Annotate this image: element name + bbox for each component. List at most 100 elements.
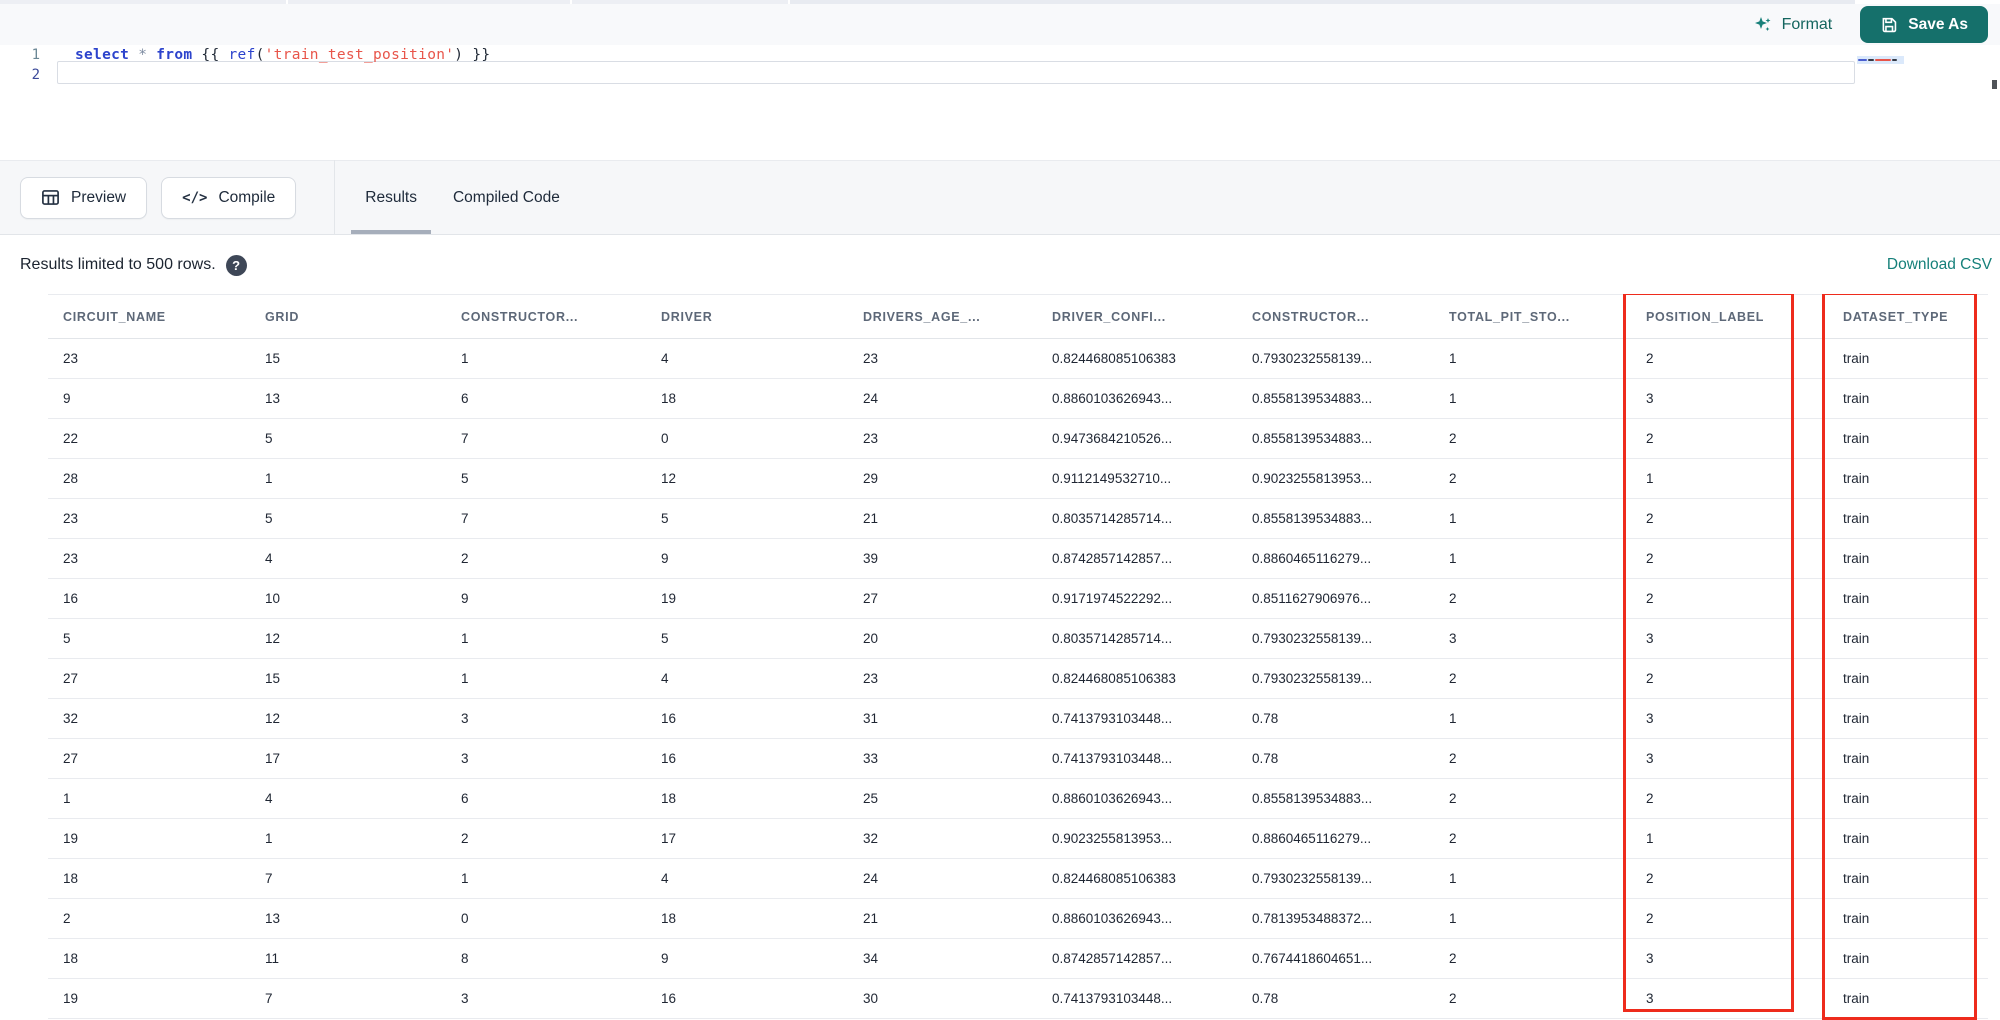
table-cell: 7 [446,418,646,459]
table-cell: 0.7413793103448... [1037,698,1237,739]
table-cell: 21 [848,898,1037,939]
table-cell: 3 [1631,378,1828,419]
table-cell: 2 [1434,578,1631,619]
code-token-plain: ) [454,47,464,63]
table-cell: 18 [48,938,250,979]
results-toolbar: Preview </> Compile Results Compiled Cod… [0,160,2000,235]
tab-compiled-code[interactable]: Compiled Code [435,161,578,234]
table-cell: 0.8860465116279... [1237,538,1434,579]
table-cell: 1 [1434,698,1631,739]
table-cell: 9 [646,938,848,979]
table-cell: 9 [446,578,646,619]
table-cell: train [1828,778,1988,819]
code-token-plain: }} [463,47,491,63]
table-row: 5 12 1 5 20 0.8035714285714... 0.7930232558139… [48,618,1988,659]
table-cell: 1 [1434,498,1631,539]
table-cell: 0.8035714285714... [1037,498,1237,539]
tab-results[interactable]: Results [347,161,435,234]
editor-header: Format Save As [0,4,2000,45]
table-cell: 19 [48,978,250,1019]
table-cell: 3 [1631,738,1828,779]
table-cell: 0.78 [1237,738,1434,779]
table-cell: 19 [646,578,848,619]
table-cell: 3 [446,698,646,739]
table-cell: 15 [250,338,446,379]
save-icon [1880,16,1898,34]
table-row: 18 11 8 9 34 0.8742857142857... 0.767441860465… [48,938,1988,979]
table-cell: 2 [1434,738,1631,779]
table-row: 27 17 3 16 33 0.7413793103448... 0.78 2 3 train [48,738,1988,779]
download-csv-link[interactable]: Download CSV [1887,256,1992,274]
table-cell: 3 [446,978,646,1019]
code-brackets-icon: </> [182,189,208,206]
table-cell: 1 [1434,858,1631,899]
table-row: 27 15 1 4 23 0.824468085106383 0.7930232558139… [48,658,1988,699]
table-cell: 0.9112149532710... [1037,458,1237,499]
table-cell: 5 [646,618,848,659]
table-cell: 33 [848,738,1037,779]
table-cell: 2 [1434,778,1631,819]
help-icon[interactable]: ? [225,254,247,276]
table-cell: 5 [250,498,446,539]
table-cell: 0.7930232558139... [1237,658,1434,699]
save-as-button[interactable]: Save As [1860,6,1988,43]
column-header: DRIVERS_AGE_... [848,294,1037,339]
table-cell: 0.8511627906976... [1237,578,1434,619]
table-cell: 0.7674418604651... [1237,938,1434,979]
preview-label: Preview [71,188,127,206]
table-cell: train [1828,898,1988,939]
active-line-highlight[interactable] [57,61,1855,84]
preview-button[interactable]: Preview [20,176,148,219]
table-cell: 20 [848,618,1037,659]
line-number-2: 2 [31,67,40,83]
results-info-bar: Results limited to 500 rows. ? Download … [0,236,2000,294]
table-cell: 0.8558139534883... [1237,498,1434,539]
column-header: DRIVER [646,294,848,339]
scrollbar-thumb[interactable] [1992,80,1997,89]
table-cell: 18 [646,898,848,939]
table-cell: 0.9023255813953... [1037,818,1237,859]
code-token-plain: ( [255,47,265,63]
table-row: 32 12 3 16 31 0.7413793103448... 0.78 1 3 train [48,698,1988,739]
table-cell: 23 [848,338,1037,379]
table-cell: 2 [1631,538,1828,579]
minimap[interactable] [1857,56,1904,64]
table-cell: 17 [646,818,848,859]
table-cell: 2 [1434,418,1631,459]
table-cell: train [1828,858,1988,899]
table-cell: 1 [1631,458,1828,499]
toolbar-divider [334,160,336,235]
code-editor[interactable]: 1 2 select * from {{ ref('train_test_pos… [0,45,2000,160]
table-cell: 4 [646,658,848,699]
table-cell: 27 [48,658,250,699]
table-cell: 0.7813953488372... [1237,898,1434,939]
table-cell: 2 [1631,858,1828,899]
table-cell: 2 [1434,938,1631,979]
table-cell: 16 [646,738,848,779]
table-cell: 22 [48,418,250,459]
compile-button[interactable]: </> Compile [161,176,297,219]
results-tabs: Results Compiled Code [347,161,578,234]
table-cell: train [1828,698,1988,739]
table-cell: 0.8742857142857... [1037,938,1237,979]
table-cell: 7 [446,498,646,539]
code-line-1[interactable]: select * from {{ ref('train_test_positio… [75,47,490,63]
table-cell: train [1828,498,1988,539]
table-cell: 2 [446,818,646,859]
column-header: DRIVER_CONFI... [1037,294,1237,339]
column-header: POSITION_LABEL [1631,294,1828,339]
table-cell: train [1828,378,1988,419]
table-cell: 39 [848,538,1037,579]
table-cell: 1 [446,618,646,659]
format-button[interactable]: Format [1753,15,1832,35]
table-cell: 1 [1631,818,1828,859]
results-table: CIRCUIT_NAME GRID CONSTRUCTOR... DRIVER DRIV… [48,294,1988,1019]
table-cell: 0.7413793103448... [1037,738,1237,779]
sql-editor-page: Format Save As 1 2 select * from {{ ref(… [0,0,2000,1020]
table-cell: 1 [250,818,446,859]
table-cell: 1 [446,858,646,899]
column-header: GRID [250,294,446,339]
table-cell: 1 [1434,378,1631,419]
table-cell: 1 [1434,538,1631,579]
